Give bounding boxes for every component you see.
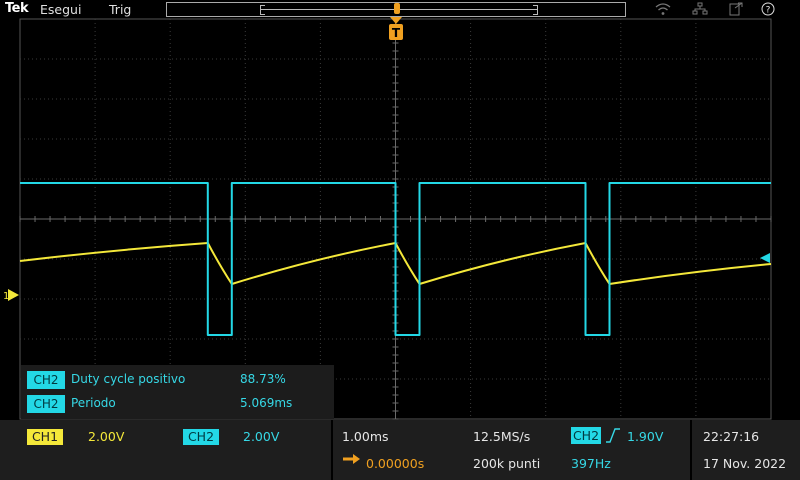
measurement-value: 88.73% [240, 372, 286, 386]
trigger-position-marker[interactable]: T [389, 17, 403, 40]
ch1-vertical-scale[interactable]: 2.00V [88, 429, 124, 444]
measurement-name: Duty cycle positivo [71, 372, 186, 386]
ch1-ground-label: 1 [3, 291, 9, 302]
measurement-name: Periodo [71, 396, 116, 410]
trigger-frequency: 397Hz [571, 456, 611, 471]
ch1-ground-marker[interactable]: 1 [3, 289, 19, 302]
delay-arrow-icon [343, 454, 360, 464]
clock-date: 17 Nov. 2022 [703, 456, 787, 471]
measurement-panel[interactable]: CH2 Duty cycle positivo 88.73% CH2 Perio… [21, 365, 334, 419]
ch2-badge[interactable]: CH2 [183, 429, 219, 445]
divider [690, 420, 692, 480]
trigger-marker-label: T [392, 26, 401, 40]
clock-time: 22:27:16 [703, 429, 760, 444]
horizontal-scale[interactable]: 1.00ms [342, 429, 389, 444]
rising-edge-icon [606, 428, 620, 443]
trigger-source-badge[interactable]: CH2 [571, 427, 601, 444]
horizontal-delay[interactable]: 0.00000s [366, 456, 424, 471]
divider [331, 420, 333, 480]
record-length[interactable]: 200k punti [473, 456, 540, 471]
measurement-source-badge: CH2 [27, 371, 65, 389]
trigger-level[interactable]: 1.90V [627, 429, 663, 444]
sample-rate[interactable]: 12.5MS/s [473, 429, 530, 444]
measurement-row[interactable]: CH2 Duty cycle positivo 88.73% [27, 370, 327, 390]
measurement-row[interactable]: CH2 Periodo 5.069ms [27, 394, 327, 414]
ch2-vertical-scale[interactable]: 2.00V [243, 429, 279, 444]
trigger-level-marker[interactable] [760, 253, 770, 263]
ch1-badge[interactable]: CH1 [27, 429, 63, 445]
measurement-value: 5.069ms [240, 396, 293, 410]
waveform-display[interactable]: T 1 [0, 0, 800, 420]
measurement-source-badge: CH2 [27, 395, 65, 413]
